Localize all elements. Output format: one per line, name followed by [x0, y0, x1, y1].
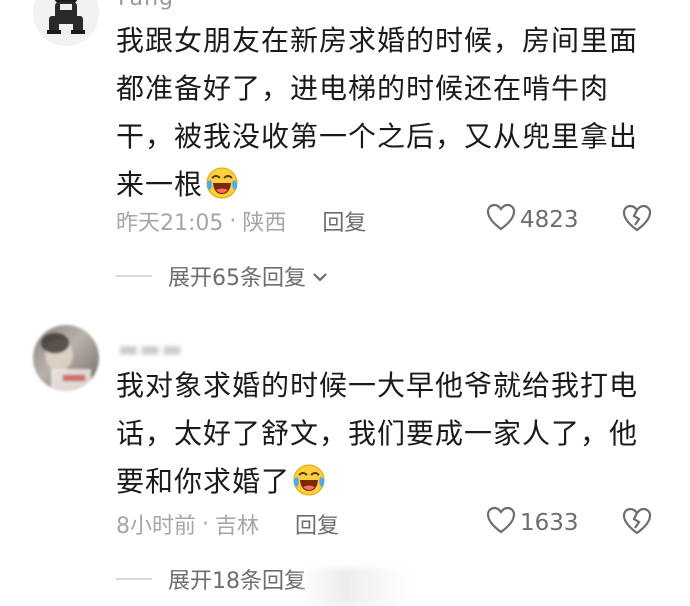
expand-replies[interactable]: 展开65条回复	[116, 260, 328, 292]
divider-line	[116, 275, 152, 277]
comment-location: 陕西	[242, 211, 287, 236]
avatar[interactable]	[33, 0, 99, 46]
comment-time: 昨天21:05	[116, 211, 224, 236]
username[interactable]: ▬▬▬	[118, 337, 183, 362]
comment-text: 我跟女朋友在新房求婚的时候，房间里面都准备好了，进电梯的时候还在啃牛肉干，被我没…	[116, 17, 656, 209]
comment-location: 吉林	[215, 514, 260, 539]
heart-icon	[486, 506, 520, 540]
avatar[interactable]	[33, 325, 99, 391]
laughing-crying-emoji-icon	[205, 166, 239, 200]
comment-text: 我对象求婚的时候一大早他爷就给我打电话，太好了舒文，我们要成一家人了，他要和你求…	[116, 362, 656, 506]
comment-time: 8小时前	[116, 514, 196, 539]
watermark-overlay	[300, 568, 410, 606]
meta-separator: ·	[202, 511, 209, 537]
comment-body: 我跟女朋友在新房求婚的时候，房间里面都准备好了，进电梯的时候还在啃牛肉干，被我没…	[116, 24, 639, 201]
reply-button[interactable]: 回复	[322, 205, 366, 237]
divider-line	[116, 578, 152, 580]
dislike-button[interactable]	[622, 507, 652, 539]
like-button[interactable]: 4823	[486, 203, 579, 237]
dislike-button[interactable]	[622, 204, 652, 236]
meta-separator: ·	[229, 208, 237, 234]
reply-button[interactable]: 回复	[295, 508, 339, 540]
broken-heart-icon	[622, 204, 652, 236]
comment-body: 我对象求婚的时候一大早他爷就给我打电话，太好了舒文，我们要成一家人了，他要和你求…	[116, 369, 639, 498]
expand-replies[interactable]: 展开18条回复	[116, 563, 306, 595]
like-count: 4823	[520, 207, 579, 233]
like-button[interactable]: 1633	[486, 506, 579, 540]
laughing-crying-emoji-icon	[292, 463, 326, 497]
expand-replies-label: 展开65条回复	[168, 266, 306, 291]
heart-icon	[486, 203, 520, 237]
chevron-down-icon	[312, 264, 328, 289]
broken-heart-icon	[622, 507, 652, 539]
like-count: 1633	[520, 510, 579, 536]
comment-meta: 8小时前 · 吉林 回复	[116, 508, 339, 540]
username[interactable]: Fang	[118, 0, 174, 11]
comment-meta: 昨天21:05 · 陕西 回复	[116, 205, 366, 237]
expand-replies-label: 展开18条回复	[168, 569, 306, 594]
